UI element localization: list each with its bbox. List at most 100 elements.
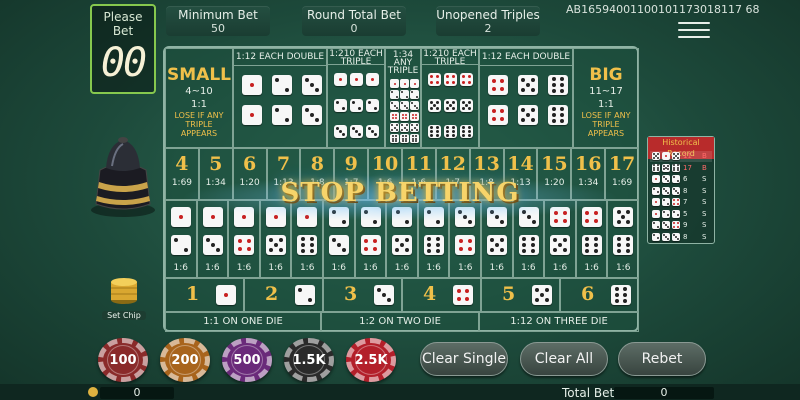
- round-total-bet-label: Round Total Bet: [307, 8, 401, 22]
- chip-1.5K[interactable]: 1.5K: [284, 338, 334, 382]
- countdown-timer: 00: [100, 40, 147, 86]
- combo-odds: 1:6: [331, 263, 347, 273]
- two-die-label: 1:2 ON TWO DIE: [321, 312, 479, 332]
- die-face-5: [518, 105, 538, 125]
- die-face-2: [295, 285, 315, 305]
- chip-100[interactable]: 100: [98, 338, 148, 382]
- bet-triples-right[interactable]: 1:210 EACH TRIPLE: [421, 48, 479, 148]
- die-face-6: [672, 163, 680, 172]
- chip-500[interactable]: 500: [222, 338, 272, 382]
- bet-single-6[interactable]: 6: [560, 278, 639, 312]
- die-face-5: [550, 235, 571, 255]
- big-odds: 1:1: [597, 99, 615, 110]
- bet-triples-left[interactable]: 1:210 EACH TRIPLE: [327, 48, 385, 148]
- die-face-6: [548, 105, 568, 125]
- die-face-4: [410, 112, 419, 121]
- coin-stack-icon: [111, 278, 137, 304]
- total-number: 5: [209, 153, 223, 175]
- die-face-2: [662, 198, 670, 206]
- chip-label: 100: [107, 345, 139, 375]
- die-face-4: [453, 285, 473, 305]
- die-face-3: [672, 232, 680, 241]
- die-face-1: [242, 105, 262, 125]
- history-result: S: [702, 221, 707, 229]
- total-number: 7: [276, 153, 291, 175]
- die-face-2: [272, 105, 292, 125]
- die-face-4: [488, 105, 508, 125]
- single-number: 3: [344, 283, 358, 305]
- die-face-5: [662, 163, 670, 172]
- history-row: 6S: [650, 174, 712, 185]
- minimum-bet-panel: Minimum Bet 50: [166, 6, 270, 36]
- die-face-5: [428, 99, 441, 112]
- bet-small[interactable]: SMALL 4~10 1:1 LOSE IF ANY TRIPLE APPEAR…: [165, 48, 233, 148]
- die-face-3: [390, 101, 399, 110]
- die-face-6: [611, 285, 631, 305]
- history-total: 11: [683, 152, 692, 160]
- history-result: S: [702, 175, 707, 183]
- unopened-triples-panel: Unopened Triples 2: [436, 6, 540, 36]
- chip-label: 500: [231, 345, 263, 375]
- small-range: 4~10: [185, 86, 213, 97]
- rebet-button[interactable]: Rebet: [618, 342, 706, 376]
- clear-all-button[interactable]: Clear All: [520, 342, 608, 376]
- coin-icon: [88, 387, 98, 397]
- combo-odds: 1:6: [552, 263, 568, 273]
- die-face-1: [652, 209, 660, 218]
- bet-single-4[interactable]: 4: [402, 278, 481, 312]
- history-row: 8S: [650, 186, 712, 197]
- die-face-3: [410, 101, 419, 110]
- big-label: BIG: [589, 65, 623, 85]
- bet-single-3[interactable]: 3: [323, 278, 402, 312]
- clear-single-button[interactable]: Clear Single: [420, 342, 508, 376]
- combo-odds: 1:6: [521, 263, 536, 273]
- die-face-2: [652, 186, 660, 195]
- combo-odds: 1:6: [489, 263, 505, 273]
- history-result: S: [702, 186, 707, 195]
- die-face-3: [662, 186, 670, 195]
- minimum-bet-value: 50: [211, 22, 225, 35]
- die-face-2: [350, 99, 363, 112]
- die-face-4: [390, 112, 399, 121]
- die-face-4: [360, 235, 381, 255]
- double-head-right: 1:12 EACH DOUBLE: [480, 49, 572, 66]
- die-face-6: [410, 134, 419, 143]
- die-face-3: [329, 235, 349, 255]
- history-result: B: [702, 152, 707, 160]
- die-face-2: [171, 235, 191, 255]
- die-face-3: [374, 285, 394, 305]
- bet-doubles-right[interactable]: 1:12 EACH DOUBLE: [479, 48, 573, 148]
- die-face-4: [444, 73, 457, 86]
- combo-odds: 1:6: [268, 263, 283, 273]
- die-face-3: [302, 105, 322, 125]
- history-row: 8S: [650, 232, 712, 243]
- chip-2.5K[interactable]: 2.5K: [346, 338, 396, 382]
- die-face-5: [265, 235, 286, 255]
- history-row: 9S: [650, 220, 712, 231]
- bet-single-1[interactable]: 1: [165, 278, 244, 312]
- die-face-3: [202, 235, 223, 255]
- bet-any-triple[interactable]: 1:34 ANY TRIPLE: [385, 48, 421, 148]
- total-number: 13: [473, 153, 500, 175]
- chip-label: 2.5K: [354, 345, 388, 375]
- die-face-3: [672, 186, 680, 195]
- total-number: 10: [371, 153, 399, 175]
- die-face-1: [334, 73, 347, 86]
- bet-doubles-left[interactable]: 1:12 EACH DOUBLE: [233, 48, 327, 148]
- die-face-6: [518, 235, 539, 255]
- chip-200[interactable]: 200: [160, 338, 210, 382]
- die-face-1: [242, 75, 262, 95]
- die-face-6: [652, 163, 660, 172]
- die-face-4: [455, 235, 476, 255]
- total-number: 4: [175, 153, 189, 175]
- menu-icon[interactable]: [678, 22, 710, 44]
- die-face-5: [672, 152, 680, 160]
- set-chip-button[interactable]: Set Chip: [102, 270, 146, 320]
- die-face-4: [234, 235, 255, 255]
- bet-single-5[interactable]: 5: [481, 278, 560, 312]
- die-face-3: [366, 125, 379, 138]
- die-face-2: [410, 90, 419, 99]
- bet-big[interactable]: BIG 11~17 1:1 LOSE IF ANY TRIPLE APPEARS: [573, 48, 639, 148]
- history-total: 7: [683, 198, 688, 206]
- bet-single-2[interactable]: 2: [244, 278, 323, 312]
